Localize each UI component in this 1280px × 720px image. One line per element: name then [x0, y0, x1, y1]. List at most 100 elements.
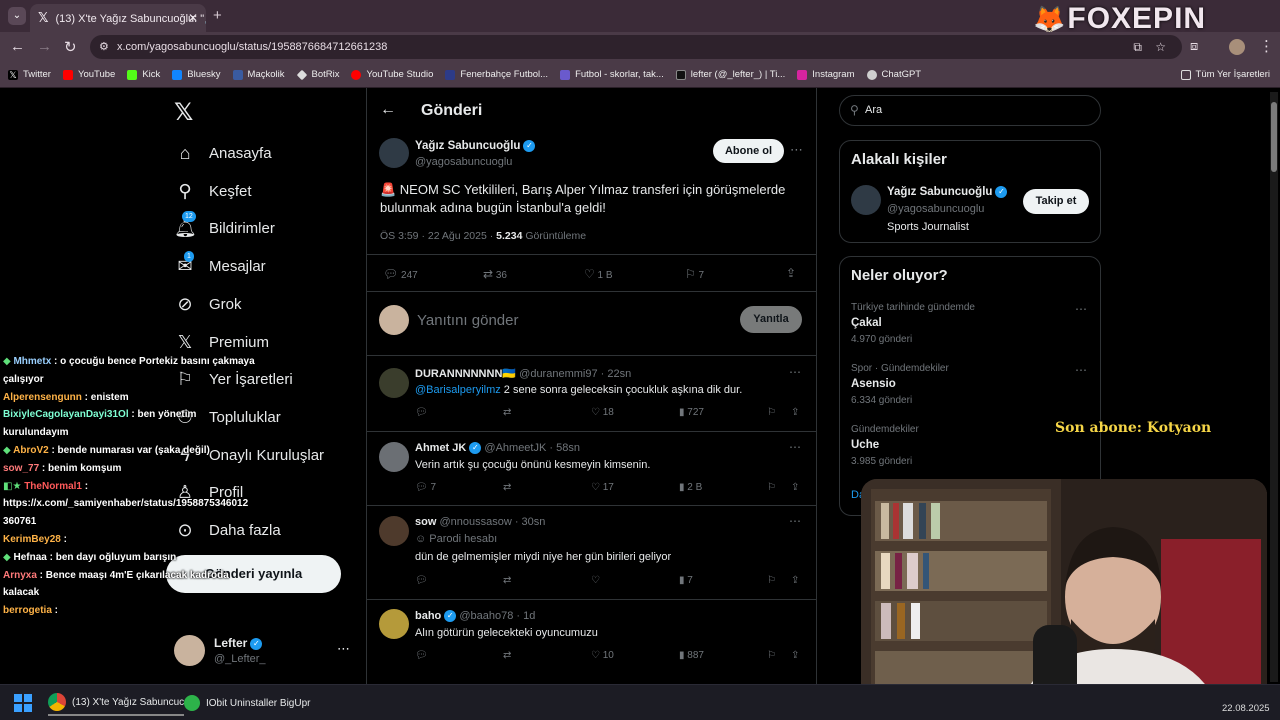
like-action[interactable]: ♡ 18 [591, 407, 679, 418]
repost-action[interactable]: ⇄ 36 [483, 267, 507, 281]
install-icon[interactable]: ⧉ [1133, 35, 1142, 59]
x-logo-icon[interactable]: 𝕏 [174, 98, 193, 127]
like-action[interactable]: ♡ 10 [591, 650, 679, 661]
views-action[interactable]: ▮ 7 [679, 575, 767, 586]
reply-input[interactable]: Yanıtını gönder [417, 312, 518, 329]
trend-item[interactable]: Spor · Gündemdekiler Asensio 6.334 gönde… [851, 363, 1091, 413]
reply-action[interactable]: 💬︎ 247 [383, 267, 418, 281]
search-box[interactable]: ⚲ Ara [839, 95, 1101, 126]
reply-button[interactable]: Yanıtla [740, 306, 802, 333]
taskbar-date[interactable]: 22.08.2025 [1222, 703, 1270, 714]
post-more-icon[interactable]: ⋯ [790, 142, 803, 158]
sidebar-item-premium[interactable]: 𝕏 Premium [174, 330, 269, 354]
new-tab-button[interactable]: + [213, 7, 222, 24]
bookmark-folder-all[interactable]: Tüm Yer İşaretleri [1180, 69, 1270, 80]
account-switcher[interactable]: Lefter ✓ @_Lefter_ ⋯ [174, 633, 354, 669]
repost-icon[interactable]: ⇄ [503, 575, 591, 586]
bookmark-icon[interactable]: ⚐ [767, 407, 791, 418]
share-icon[interactable]: ⇪ [791, 650, 799, 661]
reply-more-icon[interactable]: ⋯ [789, 514, 801, 528]
bookmark-action[interactable]: ⚐ 7 [685, 267, 704, 281]
address-bar[interactable]: ⚙ x.com/yagosabuncuoglu/status/195887668… [90, 35, 1182, 59]
reply-more-icon[interactable]: ⋯ [789, 440, 801, 454]
reload-icon[interactable]: ↻ [64, 38, 77, 56]
forward-icon[interactable]: → [37, 38, 52, 55]
sidebar-item-notifications[interactable]: 🔔︎ 12 Bildirimler [174, 210, 275, 240]
reply-tweet[interactable]: sow @nnoussasow · 30sn ☺ Parodi hesabı d… [367, 505, 816, 599]
share-icon[interactable]: ⇪ [791, 482, 799, 493]
back-icon[interactable]: ← [10, 38, 25, 55]
bookmark-kick[interactable]: Kick [127, 69, 160, 80]
sidebar-item-explore[interactable]: ⚲ Keşfet [174, 179, 251, 203]
profile-avatar[interactable] [1229, 39, 1245, 55]
bookmark-youtube[interactable]: YouTube [62, 69, 115, 80]
taskbar-item-iobit[interactable]: IObit Uninstaller BigUpr [184, 690, 310, 716]
back-arrow-icon[interactable]: ← [380, 101, 396, 119]
views-action[interactable]: ▮ 887 [679, 650, 767, 661]
relevant-name[interactable]: Yağız Sabuncuoğlu [887, 186, 992, 198]
scrollbar-thumb[interactable] [1271, 102, 1277, 172]
bookmark-icon[interactable]: ⚐ [767, 575, 791, 586]
reply-tweet[interactable]: DURANNNNNNN🇺🇦 @duranemmi97 · 22sn @Baris… [367, 355, 816, 431]
reply-mention[interactable]: @Barisalperyilmz [415, 384, 501, 396]
share-icon[interactable]: ⇪ [786, 266, 796, 280]
repost-icon[interactable]: ⇄ [503, 407, 591, 418]
bookmark-instagram[interactable]: Instagram [797, 69, 855, 80]
extensions-icon[interactable]: ⧈ [1190, 38, 1198, 54]
views-action[interactable]: ▮ 2 B [679, 482, 767, 493]
reply-avatar[interactable] [379, 442, 409, 472]
trend-more-icon[interactable]: ⋯ [1075, 363, 1087, 377]
bookmark-twitter[interactable]: 𝕏 Twitter [8, 69, 51, 80]
tab-close-icon[interactable]: ✕ [188, 11, 198, 25]
bookmark-lefter-tiktok[interactable]: lefter (@_lefter_) | Ti... [675, 69, 785, 80]
reply-more-icon[interactable]: ⋯ [789, 365, 801, 379]
reply-tweet[interactable]: Ahmet JK ✓ @AhmeetJK · 58sn Verin artık ş… [367, 431, 816, 505]
browser-tab-active[interactable]: 𝕏 (13) X'te Yağız Sabuncuoğlu: "🚨 ✕ [30, 4, 206, 32]
repost-icon[interactable]: ⇄ [503, 650, 591, 661]
sidebar-item-grok[interactable]: ⊘ Grok [174, 292, 241, 316]
post-timestamp[interactable]: ÖS 3:59 · 22 Ağu 2025 · [380, 230, 496, 242]
heart-icon[interactable]: ♡ [591, 575, 679, 586]
like-action[interactable]: ♡ 17 [591, 482, 679, 493]
share-icon[interactable]: ⇪ [791, 575, 799, 586]
subscribe-button[interactable]: Abone ol [713, 139, 784, 163]
bookmark-botrix[interactable]: BotRix [296, 69, 339, 80]
bookmark-bluesky[interactable]: Bluesky [172, 69, 221, 80]
menu-icon[interactable]: ⋮ [1259, 37, 1274, 55]
trend-item[interactable]: Türkiye tarihinde gündemde Çakal 4.970 g… [851, 302, 1091, 352]
taskbar-item-chrome[interactable]: (13) X'te Yağız Sabuncuc [48, 690, 185, 716]
sidebar-item-messages[interactable]: ✉ 1 Mesajlar [174, 250, 266, 278]
bookmark-futbol[interactable]: Futbol - skorlar, tak... [560, 69, 664, 80]
author-handle[interactable]: @yagosabuncuoglu [415, 156, 512, 168]
reply-action[interactable]: 💬︎ 7 [415, 482, 503, 493]
comment-icon[interactable]: 💬︎ [415, 575, 503, 586]
sidebar-item-home[interactable]: ⌂ Anasayfa [174, 141, 272, 165]
reply-avatar[interactable] [379, 368, 409, 398]
bookmark-mackolik[interactable]: Maçkolik [232, 69, 285, 80]
bookmark-fenerbahce[interactable]: Fenerbahçe Futbol... [445, 69, 548, 80]
share-icon[interactable]: ⇪ [791, 407, 799, 418]
bookmark-chatgpt[interactable]: ChatGPT [866, 69, 921, 80]
author-avatar[interactable] [379, 138, 409, 168]
account-more-icon[interactable]: ⋯ [337, 641, 350, 657]
reply-avatar[interactable] [379, 609, 409, 639]
windows-start-icon[interactable] [14, 694, 32, 712]
follow-button[interactable]: Takip et [1023, 189, 1089, 214]
bookmark-youtube-studio[interactable]: YouTube Studio [351, 69, 433, 80]
reply-author[interactable]: sow [415, 516, 436, 528]
relevant-avatar[interactable] [851, 185, 881, 215]
trend-more-icon[interactable]: ⋯ [1075, 302, 1087, 316]
reply-avatar[interactable] [379, 516, 409, 546]
reply-author[interactable]: Ahmet JK [415, 442, 466, 454]
comment-icon[interactable]: 💬︎ [415, 650, 503, 661]
reply-tweet[interactable]: baho ✓ @baaho78 · 1d Alın götürün gelecek… [367, 599, 816, 684]
site-info-icon[interactable]: ⚙ [99, 35, 109, 59]
star-icon[interactable]: ☆ [1155, 35, 1166, 59]
bookmark-icon[interactable]: ⚐ [767, 482, 791, 493]
bookmark-icon[interactable]: ⚐ [767, 650, 791, 661]
reply-author[interactable]: DURANNNNNNN🇺🇦 [415, 368, 516, 380]
repost-icon[interactable]: ⇄ [503, 482, 591, 493]
tab-search-icon[interactable]: ⌄ [8, 7, 26, 25]
reply-author[interactable]: baho [415, 610, 441, 622]
scrollbar[interactable] [1270, 92, 1278, 682]
